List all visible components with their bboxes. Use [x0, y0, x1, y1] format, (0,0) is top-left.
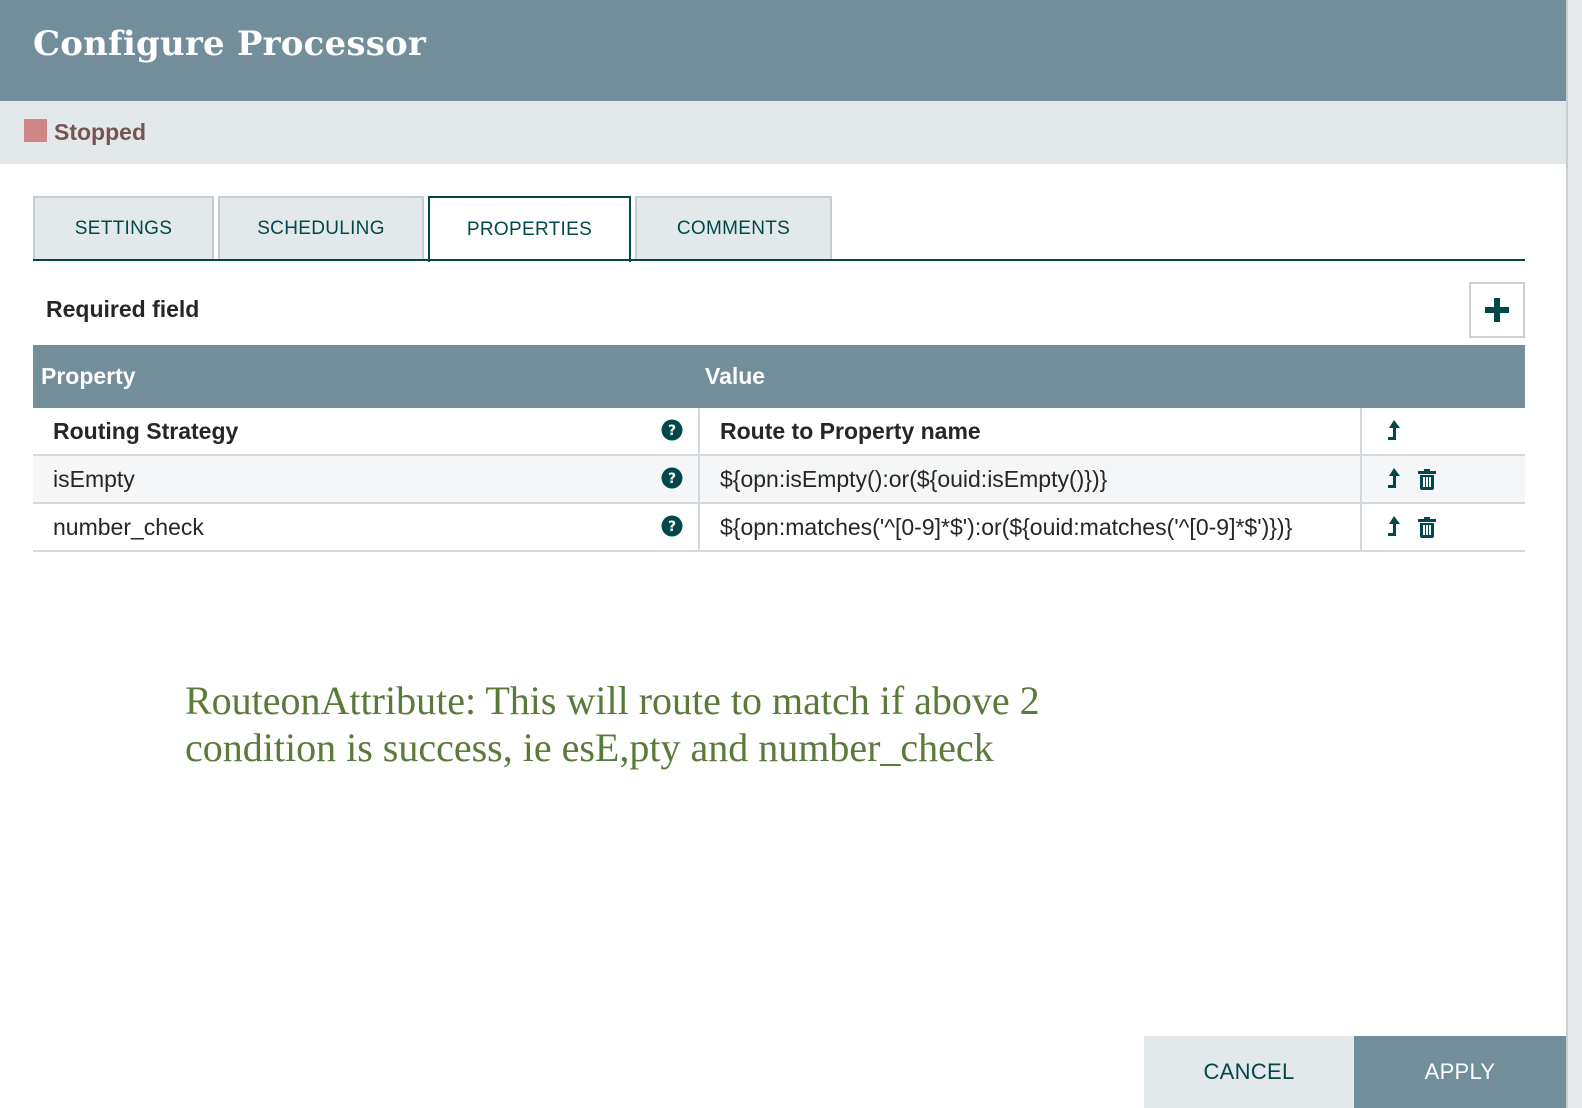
column-divider	[698, 408, 700, 456]
annotation-line: RouteonAttribute: This will route to mat…	[185, 678, 1040, 723]
column-divider	[698, 504, 700, 552]
properties-table: Property Value Routing Strategy ? Route …	[33, 345, 1525, 552]
apply-button[interactable]: APPLY	[1354, 1036, 1566, 1108]
trash-icon[interactable]	[1418, 469, 1436, 490]
property-value[interactable]: Route to Property name	[720, 418, 981, 445]
property-name: isEmpty	[53, 466, 135, 492]
tab-scheduling[interactable]: SCHEDULING	[218, 196, 424, 259]
question-circle-icon[interactable]: ?	[661, 515, 683, 537]
plus-icon	[1485, 298, 1509, 322]
status-text: Stopped	[54, 119, 146, 145]
dialog-title: Configure Processor	[33, 24, 427, 64]
column-divider	[1360, 504, 1362, 552]
question-circle-icon[interactable]: ?	[661, 419, 683, 441]
tabs-underline	[33, 259, 1525, 261]
column-divider	[1360, 456, 1362, 504]
background-page-edge	[1566, 0, 1582, 1108]
required-field-label: Required field	[46, 296, 200, 322]
trash-icon[interactable]	[1418, 517, 1436, 538]
annotation-note: RouteonAttribute: This will route to mat…	[185, 677, 1085, 771]
column-divider	[698, 456, 700, 504]
stopped-status-icon	[24, 119, 47, 142]
property-value[interactable]: ${opn:matches('^[0-9]*$'):or(${ouid:matc…	[720, 514, 1292, 541]
cancel-button[interactable]: CANCEL	[1144, 1036, 1354, 1108]
column-header-property[interactable]: Property	[41, 363, 136, 390]
tab-properties[interactable]: PROPERTIES	[428, 196, 631, 262]
property-name: Routing Strategy	[53, 418, 239, 444]
svg-text:?: ?	[668, 471, 676, 487]
tab-settings[interactable]: SETTINGS	[33, 196, 214, 259]
table-row: Routing Strategy ? Route to Property nam…	[33, 408, 1525, 456]
column-divider	[1360, 408, 1362, 456]
level-up-arrow-icon[interactable]	[1385, 515, 1401, 539]
question-circle-icon[interactable]: ?	[661, 467, 683, 489]
property-name: number_check	[53, 514, 204, 540]
property-value[interactable]: ${opn:isEmpty():or(${ouid:isEmpty()})}	[720, 466, 1107, 493]
status-bar	[0, 101, 1566, 164]
level-up-arrow-icon[interactable]	[1385, 467, 1401, 491]
add-property-button[interactable]	[1469, 282, 1525, 338]
svg-text:?: ?	[668, 519, 676, 535]
table-row: isEmpty ? ${opn:isEmpty():or(${ouid:isEm…	[33, 456, 1525, 504]
tab-comments[interactable]: COMMENTS	[635, 196, 832, 259]
dialog-header: Configure Processor	[0, 0, 1566, 101]
table-header: Property Value	[33, 345, 1525, 408]
svg-text:?: ?	[668, 423, 676, 439]
column-header-value[interactable]: Value	[705, 363, 765, 390]
table-row: number_check ? ${opn:matches('^[0-9]*$')…	[33, 504, 1525, 552]
level-up-arrow-icon[interactable]	[1385, 419, 1401, 443]
annotation-line: condition is success, ie esE,pty and num…	[185, 725, 994, 770]
